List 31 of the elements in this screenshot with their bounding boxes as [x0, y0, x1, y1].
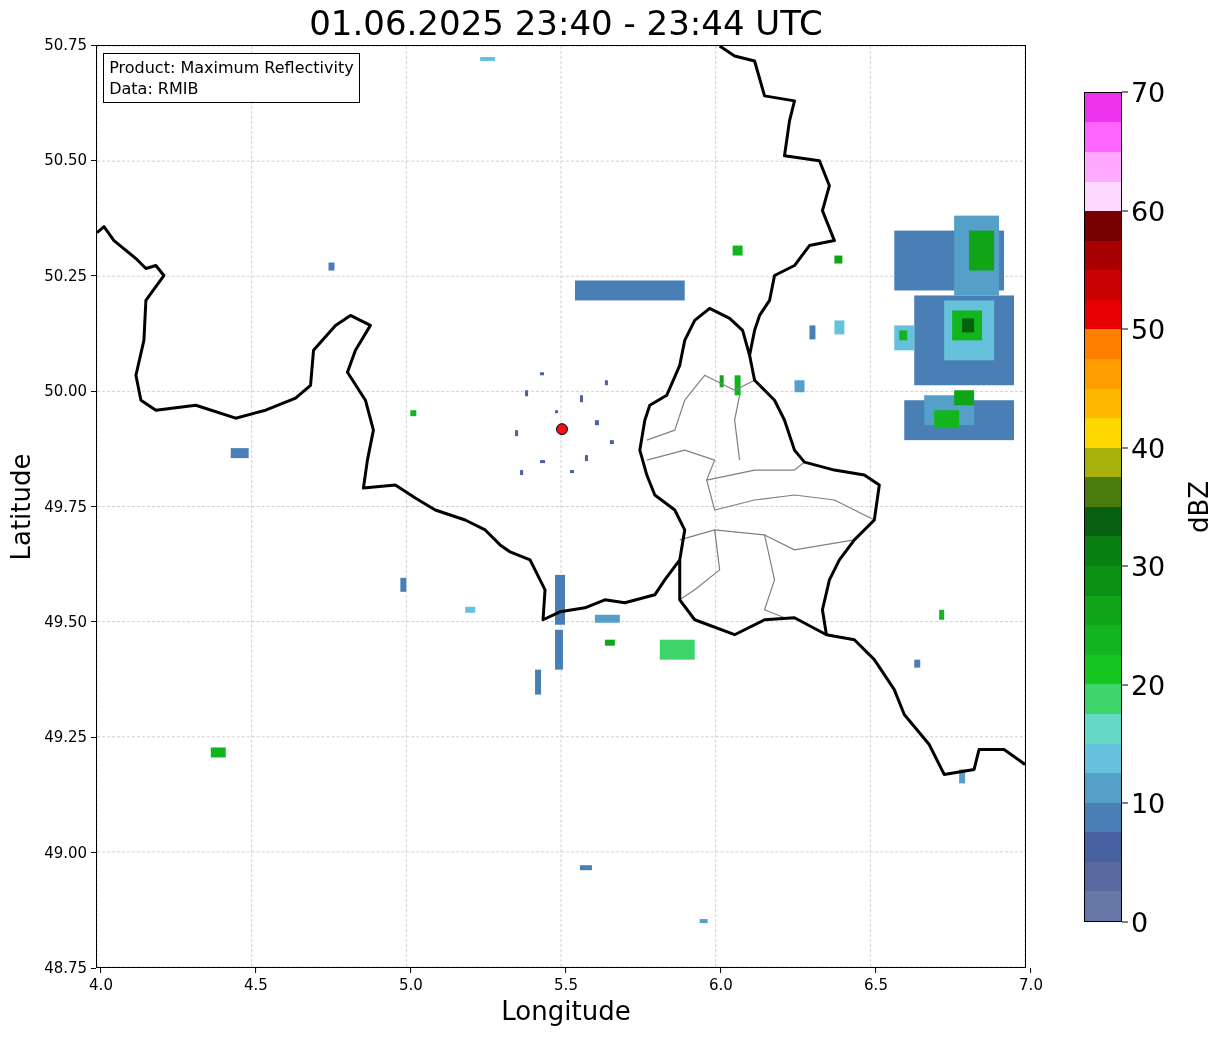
- colorbar-tick-label: 70: [1130, 76, 1166, 108]
- y-tick-label: 50.00: [44, 382, 88, 401]
- colorbar-label: dBZ: [1184, 480, 1214, 533]
- y-tick-label: 50.25: [44, 266, 88, 285]
- y-tick-label: 49.50: [44, 612, 88, 631]
- chart-title: 01.06.2025 23:40 - 23:44 UTC: [309, 2, 823, 43]
- x-tick-label: 6.0: [709, 976, 733, 994]
- colorbar-tick-label: 0: [1130, 906, 1149, 938]
- y-tick-label: 50.75: [44, 36, 88, 54]
- colorbar-tick-label: 20: [1130, 669, 1166, 701]
- y-axis-label: Latitude: [5, 453, 35, 560]
- annotation-text: Product: Maximum Reflectivity: [109, 57, 354, 78]
- x-axis-label: Longitude: [501, 995, 631, 1028]
- radar-site-marker: [556, 423, 569, 436]
- colorbar-tick-label: 10: [1130, 787, 1166, 819]
- y-tick-label: 48.75: [44, 959, 88, 977]
- x-tick-label: 6.5: [864, 976, 888, 994]
- y-tick-label: 49.75: [44, 497, 88, 516]
- x-tick-label: 7.0: [1019, 976, 1043, 994]
- colorbar-tick-label: 60: [1130, 195, 1166, 227]
- annotation-text: Data: RMIB: [109, 78, 200, 99]
- x-tick-label: 4.0: [89, 976, 113, 994]
- y-tick-label: 50.50: [44, 151, 88, 170]
- x-tick-label: 5.0: [399, 976, 423, 994]
- colorbar-tick-label: 40: [1130, 432, 1166, 464]
- y-tick-label: 49.00: [44, 843, 88, 862]
- y-tick-label: 49.25: [44, 728, 88, 747]
- colorbar-tick-label: 50: [1130, 313, 1166, 345]
- colorbar-tick-label: 30: [1130, 550, 1166, 582]
- x-tick-label: 5.5: [554, 976, 578, 994]
- x-tick-label: 4.5: [244, 976, 268, 994]
